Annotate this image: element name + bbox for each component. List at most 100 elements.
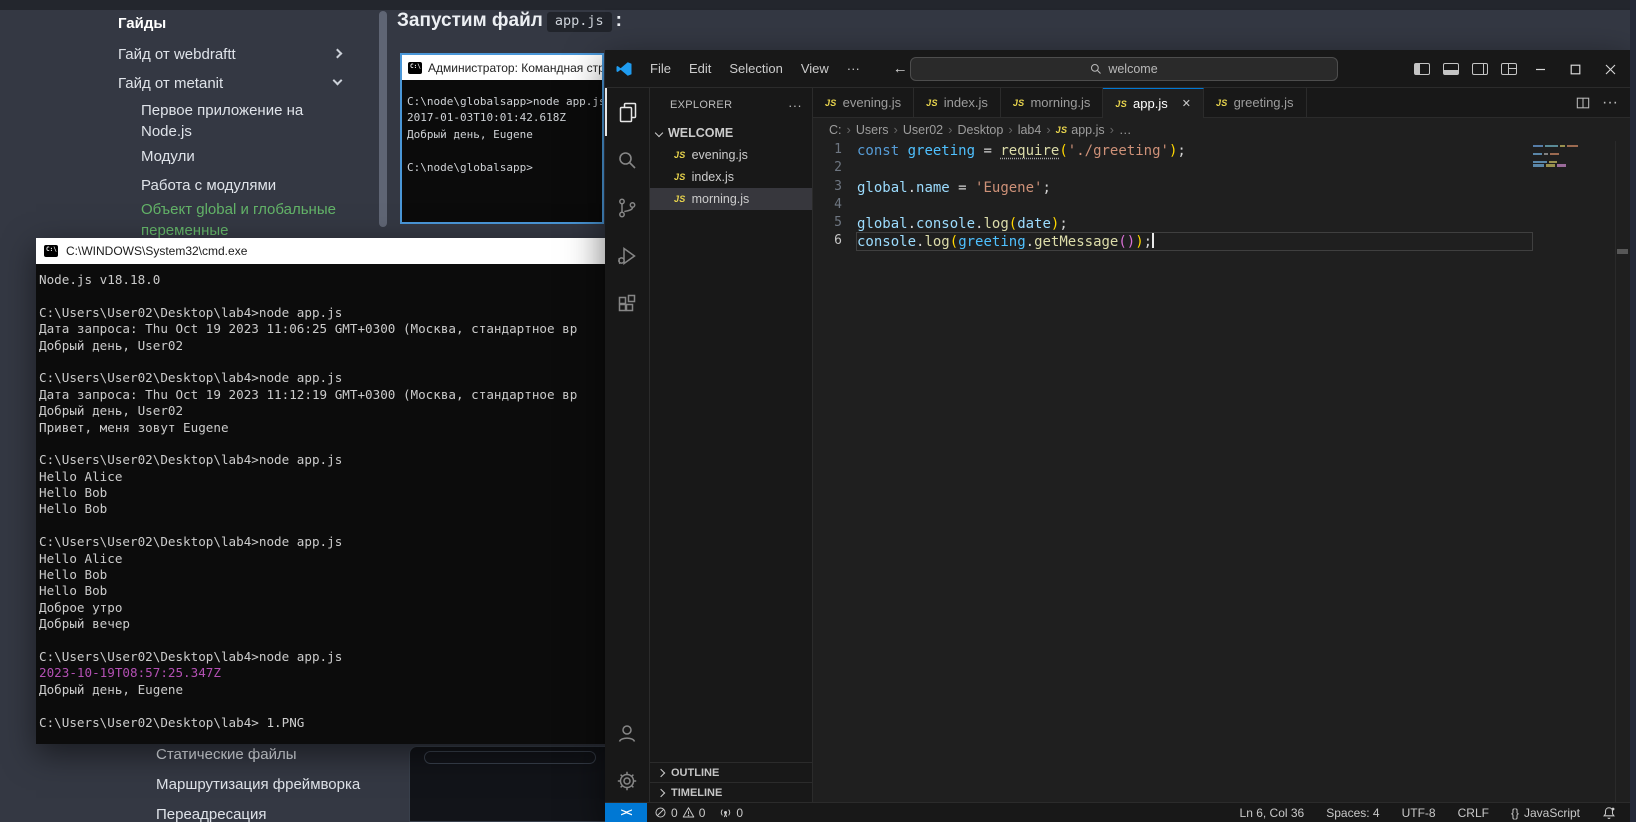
- cmd-terminal-line: C:\Users\User02\Desktop\lab4>node app.js: [39, 534, 606, 550]
- folder-name: WELCOME: [668, 126, 733, 140]
- tab-evening.js[interactable]: JSevening.js: [813, 88, 914, 117]
- chevron-right-icon: [333, 49, 343, 59]
- run-debug-icon[interactable]: [605, 232, 649, 280]
- cmd-terminal-line: [39, 633, 606, 649]
- cursor-position[interactable]: Ln 6, Col 36: [1240, 806, 1305, 820]
- cmd-terminal-line: Добрый вечер: [39, 616, 606, 632]
- ports-indicator[interactable]: 0: [712, 806, 750, 820]
- menu-item-view[interactable]: View: [792, 58, 838, 79]
- file-row-evening.js[interactable]: JSevening.js: [650, 144, 812, 166]
- code-line[interactable]: 2: [813, 159, 1630, 177]
- maximize-icon[interactable]: [1570, 64, 1581, 75]
- docs-nav-item[interactable]: Гайд от metanit: [118, 73, 345, 94]
- menu-item-selection[interactable]: Selection: [720, 58, 791, 79]
- screenshot-terminal-line: [407, 143, 602, 159]
- tab-greeting.js[interactable]: JSgreeting.js: [1204, 88, 1307, 117]
- docs-nav-item[interactable]: Маршрутизация фреймворка: [156, 776, 360, 793]
- file-name: index.js: [692, 170, 734, 184]
- breadcrumb-item[interactable]: JSapp.js: [1056, 123, 1105, 137]
- cmd-terminal-line: Hello Bob: [39, 485, 606, 501]
- minimize-icon[interactable]: [1535, 64, 1546, 75]
- problems-indicator[interactable]: 0 0: [647, 806, 712, 820]
- docs-nav-item[interactable]: Переадресация: [156, 806, 267, 822]
- remote-indicator[interactable]: ><: [605, 803, 647, 822]
- docs-nav-item[interactable]: Гайды: [118, 13, 345, 34]
- breadcrumb-item[interactable]: C:: [829, 123, 842, 137]
- notifications-bell[interactable]: [1602, 806, 1616, 820]
- explorer-more-icon[interactable]: ···: [788, 98, 802, 113]
- menu-more-icon[interactable]: ···: [838, 58, 869, 79]
- breadcrumb-item[interactable]: Users: [856, 123, 889, 137]
- toggle-sidebar-icon[interactable]: [1414, 63, 1430, 75]
- breadcrumb-item[interactable]: lab4: [1018, 123, 1042, 137]
- code-line[interactable]: 5global.console.log(date);: [813, 214, 1630, 232]
- tab-app.js[interactable]: JSapp.js✕: [1103, 88, 1204, 118]
- cmd-terminal-line: C:\Users\User02\Desktop\lab4>node app.js: [39, 649, 606, 665]
- indentation[interactable]: Spaces: 4: [1326, 806, 1379, 820]
- split-editor-icon[interactable]: [1576, 96, 1590, 110]
- browser-scrollbar-strip[interactable]: [1630, 0, 1636, 822]
- back-arrow-icon[interactable]: ←: [893, 60, 908, 77]
- tab-label: index.js: [944, 95, 988, 110]
- docs-nav-item-label: Гайды: [118, 15, 166, 32]
- vscode-logo-icon: [615, 60, 633, 78]
- file-row-morning.js[interactable]: JSmorning.js: [650, 188, 812, 210]
- cmd-terminal-output[interactable]: Node.js v18.18.0 C:\Users\User02\Desktop…: [36, 264, 606, 731]
- tab-morning.js[interactable]: JSmorning.js: [1001, 88, 1104, 117]
- account-icon[interactable]: [605, 709, 649, 757]
- search-sidebar-icon[interactable]: [605, 136, 649, 184]
- js-file-icon: JS: [674, 194, 686, 204]
- search-input[interactable]: welcome: [910, 57, 1338, 81]
- line-number: 4: [813, 196, 856, 214]
- cmd-prompt-icon: [408, 62, 422, 74]
- docs-nav-item[interactable]: Модули: [141, 146, 346, 167]
- file-row-index.js[interactable]: JSindex.js: [650, 166, 812, 188]
- toggle-secondary-sidebar-icon[interactable]: [1472, 63, 1488, 75]
- file-name: evening.js: [692, 148, 748, 162]
- toggle-panel-icon[interactable]: [1443, 63, 1459, 75]
- warning-count: 0: [699, 806, 706, 820]
- ports-count: 0: [736, 806, 743, 820]
- code-line[interactable]: 6console.log(greeting.getMessage());: [813, 232, 1630, 250]
- breadcrumb-item[interactable]: …: [1119, 123, 1132, 137]
- source-control-icon[interactable]: [605, 184, 649, 232]
- explorer-icon[interactable]: [605, 88, 649, 136]
- folder-row-welcome[interactable]: WELCOME: [650, 122, 812, 144]
- code-line[interactable]: 1const greeting = require('./greeting');: [813, 141, 1630, 159]
- minimap[interactable]: [1533, 145, 1613, 168]
- customize-layout-icon[interactable]: [1501, 63, 1517, 75]
- docs-nav-item-label: Маршрутизация фреймворка: [156, 776, 360, 793]
- timeline-section[interactable]: TIMELINE: [650, 782, 812, 802]
- docs-scrollbar[interactable]: [379, 11, 387, 227]
- breadcrumb: C:›Users›User02›Desktop›lab4›JSapp.js›…: [813, 118, 1630, 141]
- docs-nav-item[interactable]: Работа с модулями: [141, 175, 346, 196]
- eol-sequence[interactable]: CRLF: [1458, 806, 1489, 820]
- close-icon[interactable]: [1605, 64, 1616, 75]
- extensions-icon[interactable]: [605, 280, 649, 328]
- code-line[interactable]: 3global.name = 'Eugene';: [813, 178, 1630, 196]
- docs-nav-item[interactable]: Статические файлы: [156, 746, 297, 763]
- docs-nav-item[interactable]: Объект global и глобальные переменные: [141, 199, 356, 241]
- screenshot-terminal-line: Добрый день, Eugene: [407, 127, 602, 143]
- docs-nav-item[interactable]: Гайд от webdraftt: [118, 44, 345, 65]
- more-actions-icon[interactable]: ···: [1602, 94, 1618, 112]
- encoding[interactable]: UTF-8: [1402, 806, 1436, 820]
- docs-nav-item[interactable]: Первое приложение на Node.js: [141, 100, 346, 142]
- code-line[interactable]: 4: [813, 196, 1630, 214]
- settings-gear-icon[interactable]: [605, 757, 649, 805]
- breadcrumb-item[interactable]: Desktop: [957, 123, 1003, 137]
- editor-scrollbar[interactable]: [1615, 141, 1630, 802]
- breadcrumb-item[interactable]: User02: [903, 123, 943, 137]
- cmd-titlebar[interactable]: C:\WINDOWS\System32\cmd.exe: [36, 238, 606, 264]
- code-line-content: [856, 196, 1533, 214]
- code-editor[interactable]: 1const greeting = require('./greeting');…: [813, 141, 1630, 802]
- tab-index.js[interactable]: JSindex.js: [914, 88, 1001, 117]
- menu-item-edit[interactable]: Edit: [680, 58, 720, 79]
- cmd-window: C:\WINDOWS\System32\cmd.exe Node.js v18.…: [36, 238, 606, 744]
- language-mode[interactable]: {}JavaScript: [1511, 806, 1580, 820]
- close-tab-icon[interactable]: ✕: [1182, 97, 1191, 110]
- menu-item-file[interactable]: File: [641, 58, 680, 79]
- outline-section[interactable]: OUTLINE: [650, 762, 812, 782]
- docs-nav-item-label: Модули: [141, 148, 195, 165]
- cmd-terminal-line: Hello Bob: [39, 501, 606, 517]
